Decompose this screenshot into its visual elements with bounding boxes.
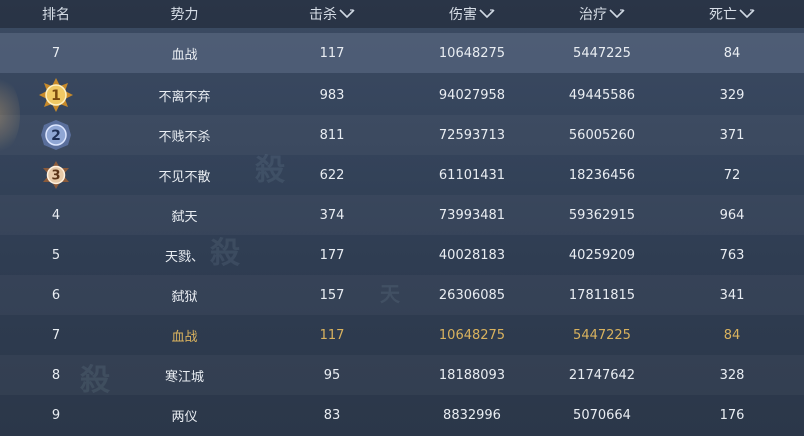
damage-value: 94027958	[438, 87, 506, 103]
rank: 9	[51, 407, 61, 423]
sort-heal-button[interactable]: 治疗	[537, 4, 667, 24]
rank: 2	[51, 128, 61, 144]
damage-value: 73993481	[438, 207, 506, 223]
deaths-value: 329	[719, 87, 745, 103]
table-header: 排名 势力 击杀 伤害 治疗 死亡	[0, 0, 804, 28]
kills-value: 117	[319, 45, 345, 61]
table-row[interactable]: 5 天戮、 177 40028183 40259209 763	[0, 235, 804, 275]
rank: 8	[51, 367, 61, 383]
guild-name: 寒江城	[164, 369, 204, 385]
guild-name: 弑天	[171, 209, 198, 225]
heal-value: 18236456	[568, 167, 636, 183]
guild-name: 血战	[171, 329, 198, 345]
table-row[interactable]: 2 不贱不杀 811 72593713 56005260 371	[0, 115, 804, 155]
deaths-value: 763	[719, 247, 745, 263]
damage-value: 18188093	[438, 367, 506, 383]
kills-value: 811	[319, 127, 345, 143]
kills-value: 83	[323, 407, 341, 423]
table-row[interactable]: 4 弑天 374 73993481 59362915 964	[0, 195, 804, 235]
guild-name: 不离不弃	[158, 89, 211, 105]
damage-value: 26306085	[438, 287, 506, 303]
table-row-own-guild[interactable]: 7 血战 117 10648275 5447225 84	[0, 315, 804, 355]
chevron-down-icon	[479, 9, 495, 19]
damage-value: 72593713	[438, 127, 506, 143]
rank: 7	[51, 327, 61, 343]
guild-name: 天戮、	[164, 249, 204, 265]
header-guild: 势力	[170, 7, 199, 23]
kills-value: 157	[319, 287, 345, 303]
damage-value: 10648275	[438, 45, 506, 61]
deaths-value: 341	[719, 287, 745, 303]
rank: 7	[51, 45, 61, 61]
my-guild-row[interactable]: 7 血战 117 10648275 5447225 84	[0, 33, 804, 73]
heal-value: 17811815	[568, 287, 636, 303]
guild-name: 两仪	[171, 409, 198, 425]
kills-value: 983	[319, 87, 345, 103]
sort-kills-button[interactable]: 击杀	[257, 4, 407, 24]
deaths-value: 84	[723, 45, 741, 61]
guild-name: 弑狱	[171, 289, 198, 305]
heal-value: 5447225	[573, 45, 631, 61]
table-row[interactable]: 9 两仪 83 8832996 5070664 176	[0, 395, 804, 435]
deaths-value: 328	[719, 367, 745, 383]
rank: 4	[51, 207, 61, 223]
kills-value: 95	[323, 367, 341, 383]
guild-name: 不贱不杀	[158, 129, 211, 145]
kills-value: 622	[319, 167, 345, 183]
chevron-down-icon	[609, 9, 625, 19]
heal-value: 59362915	[568, 207, 636, 223]
guild-name: 不见不散	[158, 169, 211, 185]
silver-medal-icon: 2	[41, 120, 71, 150]
damage-value: 61101431	[438, 167, 506, 183]
heal-value: 40259209	[568, 247, 636, 263]
kills-value: 117	[319, 327, 345, 343]
sort-deaths-button[interactable]: 死亡	[667, 4, 797, 24]
kills-value: 177	[319, 247, 345, 263]
sort-damage-button[interactable]: 伤害	[407, 4, 537, 24]
heal-value: 21747642	[568, 367, 636, 383]
deaths-value: 176	[719, 407, 745, 423]
chevron-down-icon	[339, 9, 355, 19]
table-row[interactable]: 1 不离不弃 983 94027958 49445586 329	[0, 75, 804, 115]
chevron-down-icon	[739, 9, 755, 19]
damage-value: 8832996	[443, 407, 501, 423]
ranking-table: 排名 势力 击杀 伤害 治疗 死亡 7 血战 117 10648275 5 447…	[0, 0, 804, 436]
heal-value: 49445586	[568, 87, 636, 103]
heal-value: 5070664	[573, 407, 631, 423]
table-row[interactable]: 6 弑狱 157 26306085 17811815 341	[0, 275, 804, 315]
rank: 1	[51, 88, 61, 104]
rank: 6	[51, 287, 61, 303]
guild-name: 血战	[171, 47, 198, 63]
deaths-value: 964	[719, 207, 745, 223]
heal-value: 56005260	[568, 127, 636, 143]
deaths-value: 72	[723, 167, 741, 183]
damage-value: 40028183	[438, 247, 506, 263]
rank: 5	[51, 247, 61, 263]
gold-medal-icon: 1	[39, 78, 73, 112]
bronze-medal-icon: 3	[43, 161, 69, 189]
damage-value: 10648275	[438, 327, 506, 343]
deaths-value: 371	[719, 127, 745, 143]
header-rank: 排名	[42, 7, 70, 23]
kills-value: 374	[319, 207, 345, 223]
heal-value: 5447225	[573, 327, 631, 343]
table-row[interactable]: 3 不见不散 622 61101431 18236456 72	[0, 155, 804, 195]
rank: 3	[51, 169, 60, 184]
deaths-value: 84	[723, 327, 741, 343]
table-row[interactable]: 8 寒江城 95 18188093 21747642 328	[0, 355, 804, 395]
